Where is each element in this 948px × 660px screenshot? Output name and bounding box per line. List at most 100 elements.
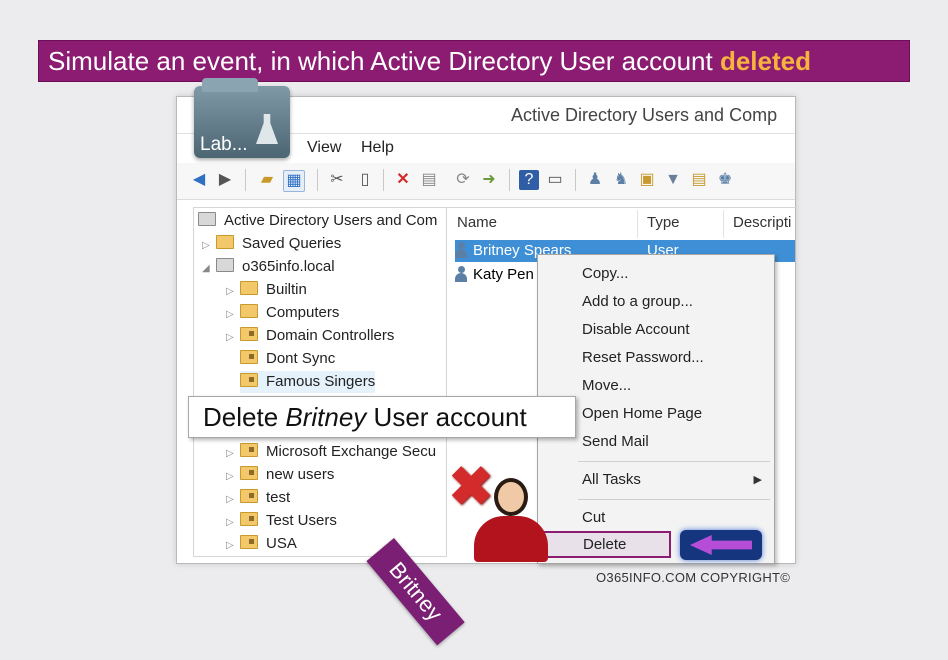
expand-arrow-icon[interactable]: ▷ [202, 235, 216, 257]
user-icon [455, 242, 467, 258]
folder-icon [240, 281, 258, 295]
callout-suffix: User account [366, 402, 527, 432]
menu-item-open-home-page[interactable]: Open Home Page [582, 405, 702, 422]
console-tree: Active Directory Users and Com ▷ Saved Qu… [193, 207, 447, 557]
list-row-name: Katy Pen [473, 266, 534, 283]
lab-badge-tab [202, 78, 258, 92]
tree-item-root[interactable]: Active Directory Users and Com [198, 210, 437, 232]
ou-icon[interactable]: ▣ [637, 170, 657, 190]
tree-item-label: Saved Queries [242, 235, 342, 252]
avatar-body [474, 516, 548, 562]
tree-item-computers[interactable]: ▷ Computers [226, 302, 339, 324]
tree-item-label: Domain Controllers [266, 327, 395, 344]
find-icon[interactable]: ▤ [689, 170, 709, 190]
menu-view[interactable]: View [307, 139, 341, 157]
toolbar-separator [245, 169, 246, 191]
add-member-icon[interactable]: ♚ [715, 170, 735, 190]
banner-highlight: deleted [719, 46, 811, 76]
copy-icon[interactable]: ▯ [355, 170, 375, 190]
toolbar-separator [383, 169, 384, 191]
menu-item-delete[interactable]: Delete [583, 536, 626, 553]
column-separator[interactable] [637, 210, 638, 238]
tree-item-usa[interactable]: ▷ USA [226, 533, 297, 555]
avatar-head [494, 478, 528, 516]
column-header-type[interactable]: Type [647, 214, 680, 231]
expand-arrow-icon[interactable]: ▷ [226, 443, 240, 465]
menu-item-all-tasks[interactable]: All Tasks [582, 471, 641, 488]
column-separator[interactable] [723, 210, 724, 238]
lab-badge-label: Lab... [200, 134, 248, 155]
help-icon[interactable]: ? [519, 170, 539, 190]
tree-item-label: Computers [266, 304, 340, 321]
tree-item-label: o365info.local [242, 258, 335, 275]
callout-prefix: Delete [203, 402, 286, 432]
column-header-description[interactable]: Descripti [733, 214, 791, 231]
export-icon[interactable]: ➜ [479, 170, 499, 190]
menu-item-move[interactable]: Move... [582, 377, 631, 394]
expand-arrow-icon[interactable]: ▷ [226, 327, 240, 349]
up-folder-icon[interactable]: ▰ [257, 170, 277, 190]
expand-arrow-icon[interactable]: ▷ [226, 489, 240, 511]
menu-item-send-mail[interactable]: Send Mail [582, 433, 649, 450]
tree-item-domain-controllers[interactable]: ▷ Domain Controllers [226, 325, 394, 347]
title-banner: Simulate an event, in which Active Direc… [38, 40, 910, 82]
console-tree-icon[interactable]: ▦ [283, 170, 305, 192]
tree-item-new-users[interactable]: ▷ new users [226, 464, 334, 486]
refresh-icon[interactable]: ⟳ [453, 170, 473, 190]
filter-icon[interactable]: ▼ [663, 170, 683, 190]
menu-item-copy[interactable]: Copy... [582, 265, 628, 282]
expand-arrow-icon[interactable]: ▷ [226, 281, 240, 303]
cut-icon[interactable]: ✂ [327, 170, 347, 190]
ou-icon [240, 373, 258, 387]
tree-item-label: test [266, 489, 291, 506]
forward-icon[interactable]: ▶ [215, 170, 235, 190]
ou-icon [240, 466, 258, 480]
expand-arrow-icon[interactable]: ▷ [226, 304, 240, 326]
ou-icon [240, 443, 258, 457]
menu-item-disable-account[interactable]: Disable Account [582, 321, 690, 338]
instruction-callout: Delete Britney User account [188, 396, 576, 438]
properties-icon[interactable]: ▤ [419, 170, 439, 190]
expand-arrow-icon[interactable]: ▷ [226, 512, 240, 534]
group-icon[interactable]: ♞ [611, 170, 631, 190]
tree-item-test-users[interactable]: ▷ Test Users [226, 510, 337, 532]
callout-emphasis: Britney [285, 402, 367, 432]
show-icon[interactable]: ▭ [545, 170, 565, 190]
back-icon[interactable]: ◀ [189, 170, 209, 190]
menu-help[interactable]: Help [361, 139, 394, 157]
menu-item-add-to-group[interactable]: Add to a group... [582, 293, 693, 310]
domain-icon [216, 258, 234, 272]
delete-icon[interactable]: ✕ [393, 170, 413, 190]
collapse-arrow-icon[interactable]: ◢ [202, 258, 216, 280]
menu-separator [578, 461, 770, 462]
user-icon [455, 266, 467, 282]
tree-item-label: Microsoft Exchange Secu [266, 443, 437, 460]
tree-item-famous-singers[interactable]: Famous Singers [240, 371, 376, 393]
window-title: Active Directory Users and Comp [511, 105, 778, 125]
menu-item-reset-password[interactable]: Reset Password... [582, 349, 704, 366]
ou-icon [240, 350, 258, 364]
lab-badge: Lab... [194, 78, 290, 158]
ou-icon [240, 512, 258, 526]
ou-icon [240, 535, 258, 549]
copyright-text: O365INFO.COM COPYRIGHT© [596, 570, 791, 585]
tree-item-microsoft-exchange[interactable]: ▷ Microsoft Exchange Secu [226, 441, 436, 463]
expand-arrow-icon[interactable]: ▷ [226, 535, 240, 556]
toolbar: ◀ ▶ ▰ ▦ ✂ ▯ ✕ ▤ ⟳ ➜ ? ▭ ♟ ♞ ▣ ▼ ▤ ♚ [177, 163, 795, 200]
toolbar-separator [575, 169, 576, 191]
tree-item-domain[interactable]: ◢ o365info.local [202, 256, 335, 278]
tree-item-builtin[interactable]: ▷ Builtin [226, 279, 307, 301]
flask-icon [256, 114, 278, 144]
users-icon[interactable]: ♟ [585, 170, 605, 190]
tree-item-saved-queries[interactable]: ▷ Saved Queries [202, 233, 341, 255]
toolbar-separator [509, 169, 510, 191]
folder-icon [240, 304, 258, 318]
tree-item-test[interactable]: ▷ test [226, 487, 290, 509]
submenu-arrow-icon: ▶ [753, 474, 762, 486]
column-header-name[interactable]: Name [457, 214, 497, 231]
tree-item-dont-sync[interactable]: Dont Sync [240, 348, 335, 370]
ou-icon [240, 489, 258, 503]
expand-arrow-icon[interactable]: ▷ [226, 466, 240, 488]
menu-item-cut[interactable]: Cut [582, 509, 605, 526]
tree-item-label: USA [266, 535, 297, 552]
